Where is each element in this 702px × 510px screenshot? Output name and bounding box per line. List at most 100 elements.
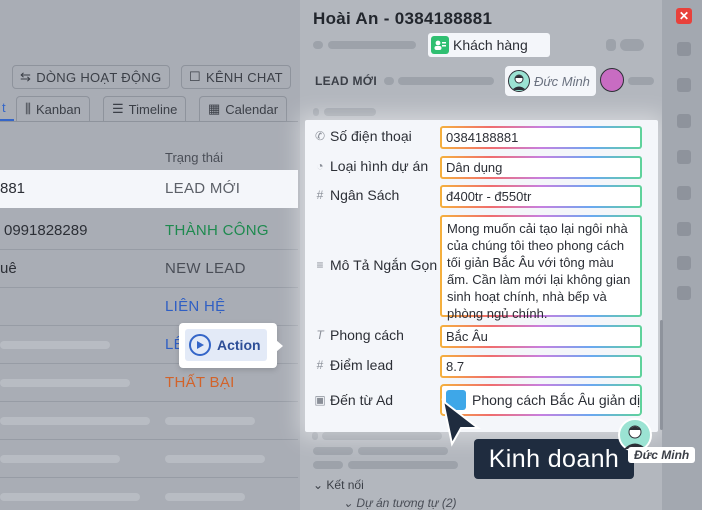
owner-chip[interactable]: Đức Minh (505, 66, 596, 96)
budget-field[interactable]: đ400tr - đ550tr (440, 185, 642, 208)
circle-check-icon: ◔ (316, 159, 324, 173)
field-label-text: Số điện thoại (330, 128, 412, 144)
chevron-down-icon[interactable] (313, 108, 319, 116)
hash-icon: # (316, 188, 324, 202)
table-row[interactable]: LIÊN HỆ (0, 288, 298, 326)
rail-button[interactable] (677, 186, 691, 200)
skeleton-line (0, 379, 130, 387)
table-row[interactable] (0, 440, 298, 478)
connections-section[interactable]: ⌄ Kết nối (313, 478, 364, 492)
skeleton-line (628, 77, 654, 85)
row-phone: 0991828289 (4, 222, 88, 239)
action-label: Action (217, 337, 261, 353)
table-row[interactable]: uê NEW LEAD (0, 250, 298, 288)
record-title: Hoài An - 0384188881 (313, 9, 493, 28)
connections-label: Kết nối (326, 478, 364, 492)
rail-button[interactable] (677, 42, 691, 56)
similar-projects-label: Dự án tương tự (2) (356, 496, 457, 510)
italic-t-icon: T (316, 328, 324, 342)
action-inner: Action (185, 329, 267, 361)
chat-label: KÊNH CHAT (205, 69, 283, 85)
row-status: THÀNH CÔNG (165, 222, 269, 239)
rail-button[interactable] (677, 286, 691, 300)
field-label-text: Loại hình dự án (330, 158, 429, 174)
tab-list-label: t (2, 100, 6, 115)
skeleton-line (398, 77, 494, 85)
skeleton-line (0, 455, 120, 463)
source-ad-value: Phong cách Bắc Âu giản dị (472, 392, 641, 408)
field-card: ✆ Số điện thoại 0384188881 ◔ Loại hình d… (305, 120, 658, 432)
rail-button[interactable] (677, 78, 691, 92)
table-row[interactable] (0, 478, 298, 510)
similar-projects-link[interactable]: ⌄ Dự án tương tự (2) (343, 496, 457, 510)
row-phone: uê (0, 260, 17, 277)
tab-divider (0, 121, 298, 122)
tab-kanban-label: Kanban (35, 101, 81, 117)
tab-timeline[interactable]: ☰ Timeline (103, 96, 187, 121)
chat-button[interactable]: ☐ KÊNH CHAT (181, 65, 291, 89)
skeleton-line (328, 41, 416, 49)
activity-icon: ⇆ (20, 69, 32, 84)
status-label[interactable]: LEAD MỚI (315, 74, 377, 88)
activity-button[interactable]: ⇆ DÒNG HOẠT ĐỘNG (12, 65, 170, 89)
project-type-field[interactable]: Dân dụng (440, 156, 642, 179)
ad-icon: ▣ (314, 393, 326, 407)
skeleton-line (165, 455, 265, 463)
sales-team-badge: Kinh doanh (474, 439, 634, 479)
field-label-text: Mô Tả Ngắn Gọn (330, 257, 438, 273)
table-row[interactable]: 0991828289 THÀNH CÔNG (0, 212, 298, 250)
chevron-right-icon[interactable] (312, 432, 318, 440)
skeleton-line (165, 417, 255, 425)
owner-name: Đức Minh (534, 73, 590, 89)
customer-type-chip[interactable]: Khách hàng (428, 33, 550, 57)
description-field[interactable]: Mong muốn cải tạo lại ngôi nhà của chúng… (440, 215, 642, 321)
skeleton-line (324, 108, 376, 116)
tab-list[interactable]: t (0, 96, 14, 121)
chevron-down-icon: ⌄ (343, 496, 354, 510)
tab-calendar[interactable]: ▦ Calendar (199, 96, 288, 121)
row-status: LIÊN HỆ (165, 298, 226, 315)
cursor-user-name: Đức Minh (628, 447, 696, 463)
rail-button[interactable] (677, 114, 691, 128)
phone-field[interactable]: 0384188881 (440, 126, 642, 149)
field-label: # Điểm lead (314, 357, 393, 373)
field-label: ≡ Mô Tả Ngắn Gọn (314, 257, 437, 273)
skeleton-line (313, 41, 323, 49)
tab-timeline-label: Timeline (128, 101, 178, 117)
rail-button[interactable] (677, 150, 691, 164)
contacts-icon (431, 36, 449, 54)
skeleton-line (0, 417, 150, 425)
close-icon[interactable]: ✕ (676, 8, 692, 24)
skeleton-line (313, 447, 353, 455)
table-row[interactable] (0, 402, 298, 440)
field-label: ◔ Loại hình dự án (314, 158, 428, 174)
skeleton-pill (620, 39, 644, 51)
scrollbar[interactable] (660, 320, 663, 430)
customer-type-label: Khách hàng (453, 37, 528, 53)
table-row[interactable]: 881 LEAD MỚI (0, 170, 298, 208)
rail-button[interactable] (677, 256, 691, 270)
skeleton-line (165, 493, 245, 501)
chevron-down-icon: ⌄ (313, 478, 324, 492)
field-label-text: Điểm lead (330, 357, 394, 373)
timeline-icon: ☰ (112, 101, 124, 116)
lead-score-field[interactable]: 8.7 (440, 355, 642, 378)
view-tabs: t ⫼ Kanban ☰ Timeline ▦ Calendar (0, 96, 298, 122)
avatar (508, 70, 530, 92)
rail-button[interactable] (677, 222, 691, 236)
action-button[interactable]: Action (179, 323, 283, 368)
table-row[interactable]: THẤT BẠI (0, 364, 298, 402)
tab-calendar-label: Calendar (225, 101, 279, 117)
tab-kanban[interactable]: ⫼ Kanban (16, 96, 90, 121)
field-label-text: Ngân Sách (330, 187, 400, 203)
play-icon (189, 334, 211, 356)
avatar[interactable] (600, 68, 624, 92)
field-label: ▣ Đến từ Ad (314, 392, 393, 408)
style-field[interactable]: Bắc Âu (440, 325, 642, 348)
field-label-text: Đến từ Ad (330, 392, 394, 408)
skeleton-line (358, 447, 448, 455)
skeleton-line (322, 432, 442, 440)
row-status: THẤT BẠI (165, 374, 235, 391)
status-column-header: Trạng thái (165, 150, 224, 165)
skeleton-dot (384, 77, 394, 85)
